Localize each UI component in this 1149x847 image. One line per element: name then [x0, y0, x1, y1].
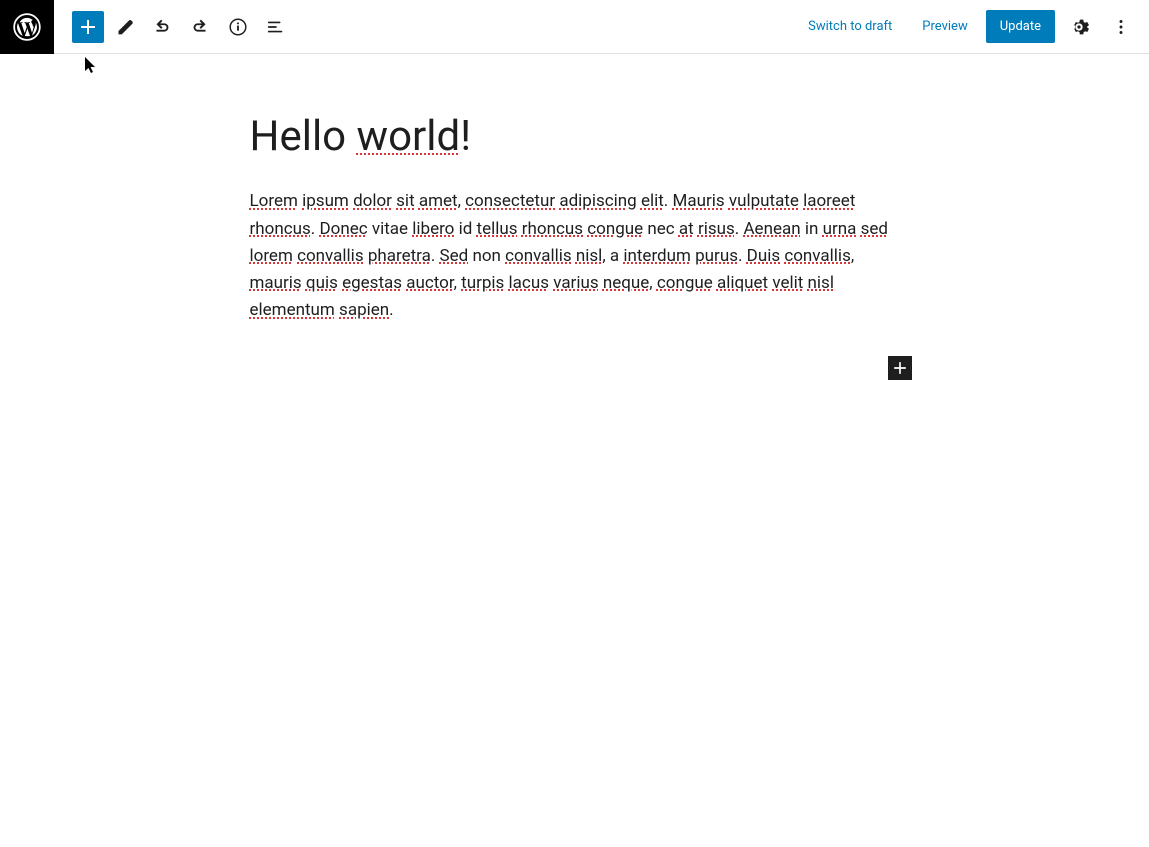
right-toolbar: Switch to draft Preview Update — [796, 9, 1149, 45]
post-title[interactable]: Hello world! — [250, 112, 900, 162]
post-content: Hello world! Lorem ipsum dolor sit amet,… — [250, 112, 900, 324]
details-button[interactable] — [220, 9, 256, 45]
paragraph-block[interactable]: Lorem ipsum dolor sit amet, consectetur … — [250, 188, 900, 324]
left-toolbar — [54, 9, 294, 45]
more-vertical-icon — [1110, 16, 1132, 38]
title-text: Hello — [250, 112, 357, 161]
plus-icon — [76, 15, 100, 39]
editor-canvas[interactable]: Hello world! Lorem ipsum dolor sit amet,… — [0, 54, 1149, 324]
pencil-icon — [113, 16, 135, 38]
preview-button[interactable]: Preview — [910, 11, 979, 42]
title-tail: ! — [460, 112, 471, 161]
outline-icon — [265, 16, 287, 38]
add-block-inline-button[interactable] — [888, 356, 912, 380]
wordpress-icon — [13, 13, 41, 41]
settings-button[interactable] — [1061, 9, 1097, 45]
undo-button[interactable] — [144, 9, 180, 45]
update-button[interactable]: Update — [986, 10, 1055, 43]
gear-icon — [1068, 16, 1090, 38]
more-options-button[interactable] — [1103, 9, 1139, 45]
redo-button[interactable] — [182, 9, 218, 45]
outline-button[interactable] — [258, 9, 294, 45]
undo-icon — [151, 16, 173, 38]
add-block-button[interactable] — [72, 11, 104, 43]
title-spell-word: world — [357, 112, 461, 161]
redo-icon — [189, 16, 211, 38]
info-icon — [227, 16, 249, 38]
edit-mode-button[interactable] — [106, 9, 142, 45]
editor-top-bar: Switch to draft Preview Update — [0, 0, 1149, 54]
switch-to-draft-button[interactable]: Switch to draft — [796, 11, 904, 42]
plus-icon — [890, 358, 910, 378]
wordpress-logo[interactable] — [0, 0, 54, 54]
